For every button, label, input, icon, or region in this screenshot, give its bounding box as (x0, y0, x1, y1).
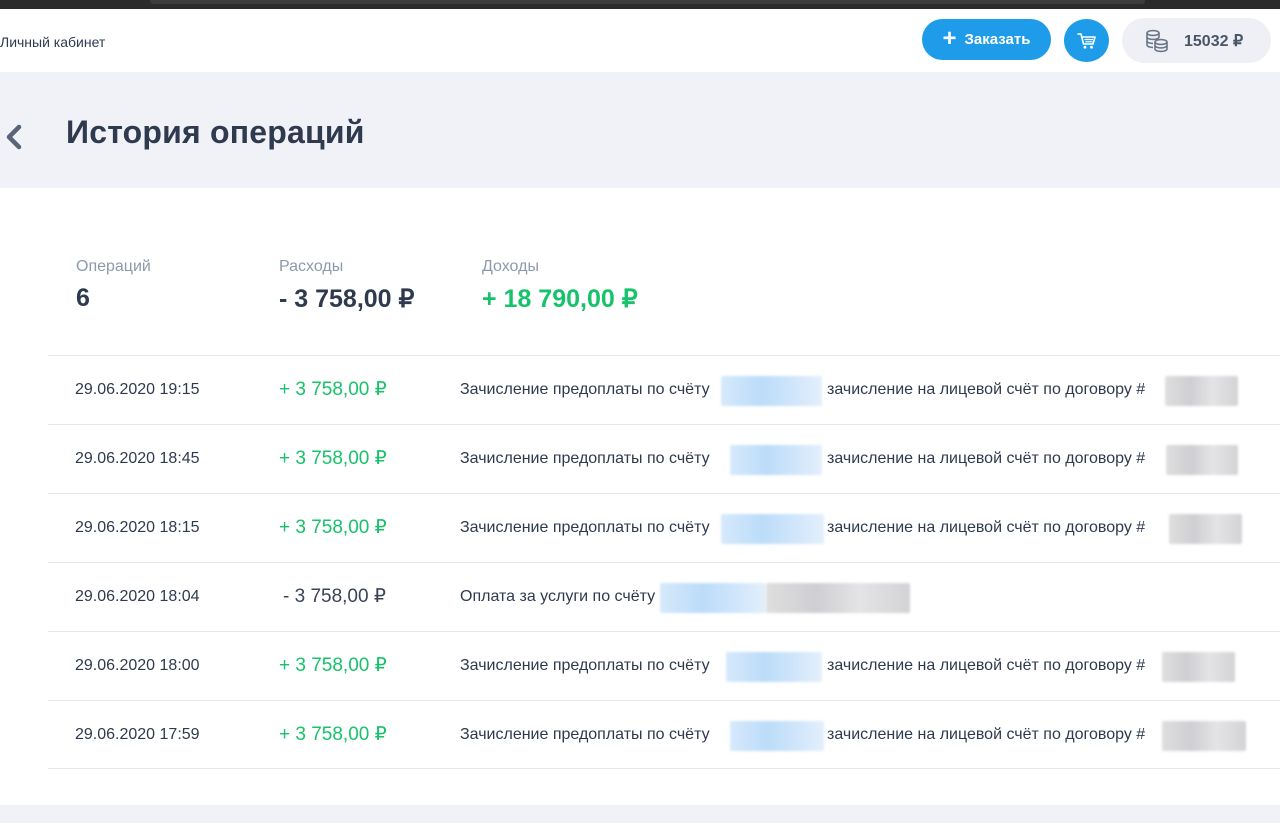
operation-description: Оплата за услуги по счёту (460, 588, 656, 605)
balance-badge[interactable]: 15032 ₽ (1122, 18, 1271, 63)
operation-amount: + 3 758,00 ₽ (279, 379, 387, 400)
page-title-area: История операций (0, 72, 1280, 188)
operation-amount: - 3 758,00 ₽ (283, 586, 386, 607)
operation-description-detail: зачисление на лицевой счёт по договору # (827, 450, 1146, 467)
browser-top-strip (0, 0, 1280, 9)
redacted-account (730, 445, 822, 475)
redacted-contract (1169, 514, 1242, 544)
stat-operations-label: Операций (76, 258, 151, 275)
operation-description: Зачисление предоплаты по счёту (460, 657, 710, 674)
order-button[interactable]: + Заказать (922, 19, 1051, 60)
redacted-account (730, 721, 824, 751)
operations-card: Операций 6 Расходы - 3 758,00 ₽ Доходы +… (0, 188, 1280, 805)
operation-date: 29.06.2020 18:45 (75, 450, 200, 467)
stat-operations: Операций 6 (76, 258, 151, 313)
app-header: Личный кабинет + Заказать 15032 ₽ (0, 9, 1280, 72)
table-row[interactable]: 29.06.2020 18:45 + 3 758,00 ₽ Зачисление… (48, 425, 1280, 494)
operation-description: Зачисление предоплаты по счёту (460, 450, 710, 467)
back-button[interactable] (2, 122, 26, 152)
operation-amount: + 3 758,00 ₽ (279, 448, 387, 469)
operation-amount: + 3 758,00 ₽ (279, 655, 387, 676)
redacted-contract (1166, 445, 1238, 475)
stat-income-label: Доходы (482, 258, 539, 275)
operation-description-detail: зачисление на лицевой счёт по договору # (827, 519, 1146, 536)
operation-date: 29.06.2020 18:00 (75, 657, 200, 674)
table-row[interactable]: 29.06.2020 17:59 + 3 758,00 ₽ Зачисление… (48, 701, 1280, 769)
stat-expenses: Расходы - 3 758,00 ₽ (279, 258, 414, 314)
operation-amount: + 3 758,00 ₽ (279, 724, 387, 745)
operation-date: 29.06.2020 18:15 (75, 519, 200, 536)
redacted-account (660, 583, 766, 613)
table-row[interactable]: 29.06.2020 19:15 + 3 758,00 ₽ Зачисление… (48, 356, 1280, 425)
operation-description: Зачисление предоплаты по счёту (460, 726, 710, 743)
stat-expenses-label: Расходы (279, 258, 344, 275)
chevron-left-icon (6, 124, 22, 150)
browser-bar (150, 0, 1145, 4)
stat-income-value: + 18 790,00 ₽ (482, 285, 638, 313)
plus-icon: + (942, 24, 957, 52)
balance-value: 15032 ₽ (1184, 32, 1244, 50)
redacted-contract (1162, 721, 1246, 751)
order-button-label: Заказать (964, 31, 1031, 48)
operation-description: Зачисление предоплаты по счёту (460, 519, 710, 536)
redacted-account (726, 652, 822, 682)
redacted-account (721, 514, 824, 544)
redacted-contract (1162, 652, 1235, 682)
table-row[interactable]: 29.06.2020 18:00 + 3 758,00 ₽ Зачисление… (48, 632, 1280, 701)
cart-icon (1076, 32, 1096, 49)
stat-operations-value: 6 (76, 284, 90, 312)
operation-description-detail: зачисление на лицевой счёт по договору # (827, 381, 1146, 398)
table-row[interactable]: 29.06.2020 18:04 - 3 758,00 ₽ Оплата за … (48, 563, 1280, 632)
operation-description: Зачисление предоплаты по счёту (460, 381, 710, 398)
operation-date: 29.06.2020 17:59 (75, 726, 200, 743)
operations-table: 29.06.2020 19:15 + 3 758,00 ₽ Зачисление… (48, 355, 1280, 769)
table-row[interactable]: 29.06.2020 18:15 + 3 758,00 ₽ Зачисление… (48, 494, 1280, 563)
stat-expenses-value: - 3 758,00 ₽ (279, 285, 415, 313)
coins-icon (1146, 29, 1168, 52)
page-title: История операций (66, 114, 365, 150)
operation-description-detail: зачисление на лицевой счёт по договору # (827, 657, 1146, 674)
redacted-service (766, 583, 910, 613)
cart-button[interactable] (1064, 19, 1109, 62)
redacted-contract (1165, 376, 1238, 406)
page-footer-area (0, 805, 1280, 823)
stat-income: Доходы + 18 790,00 ₽ (482, 258, 638, 314)
redacted-account (721, 376, 822, 406)
breadcrumb[interactable]: Личный кабинет (0, 34, 105, 50)
operation-amount: + 3 758,00 ₽ (279, 517, 387, 538)
operation-date: 29.06.2020 18:04 (75, 588, 200, 605)
operation-date: 29.06.2020 19:15 (75, 381, 200, 398)
operation-description-detail: зачисление на лицевой счёт по договору # (827, 726, 1146, 743)
